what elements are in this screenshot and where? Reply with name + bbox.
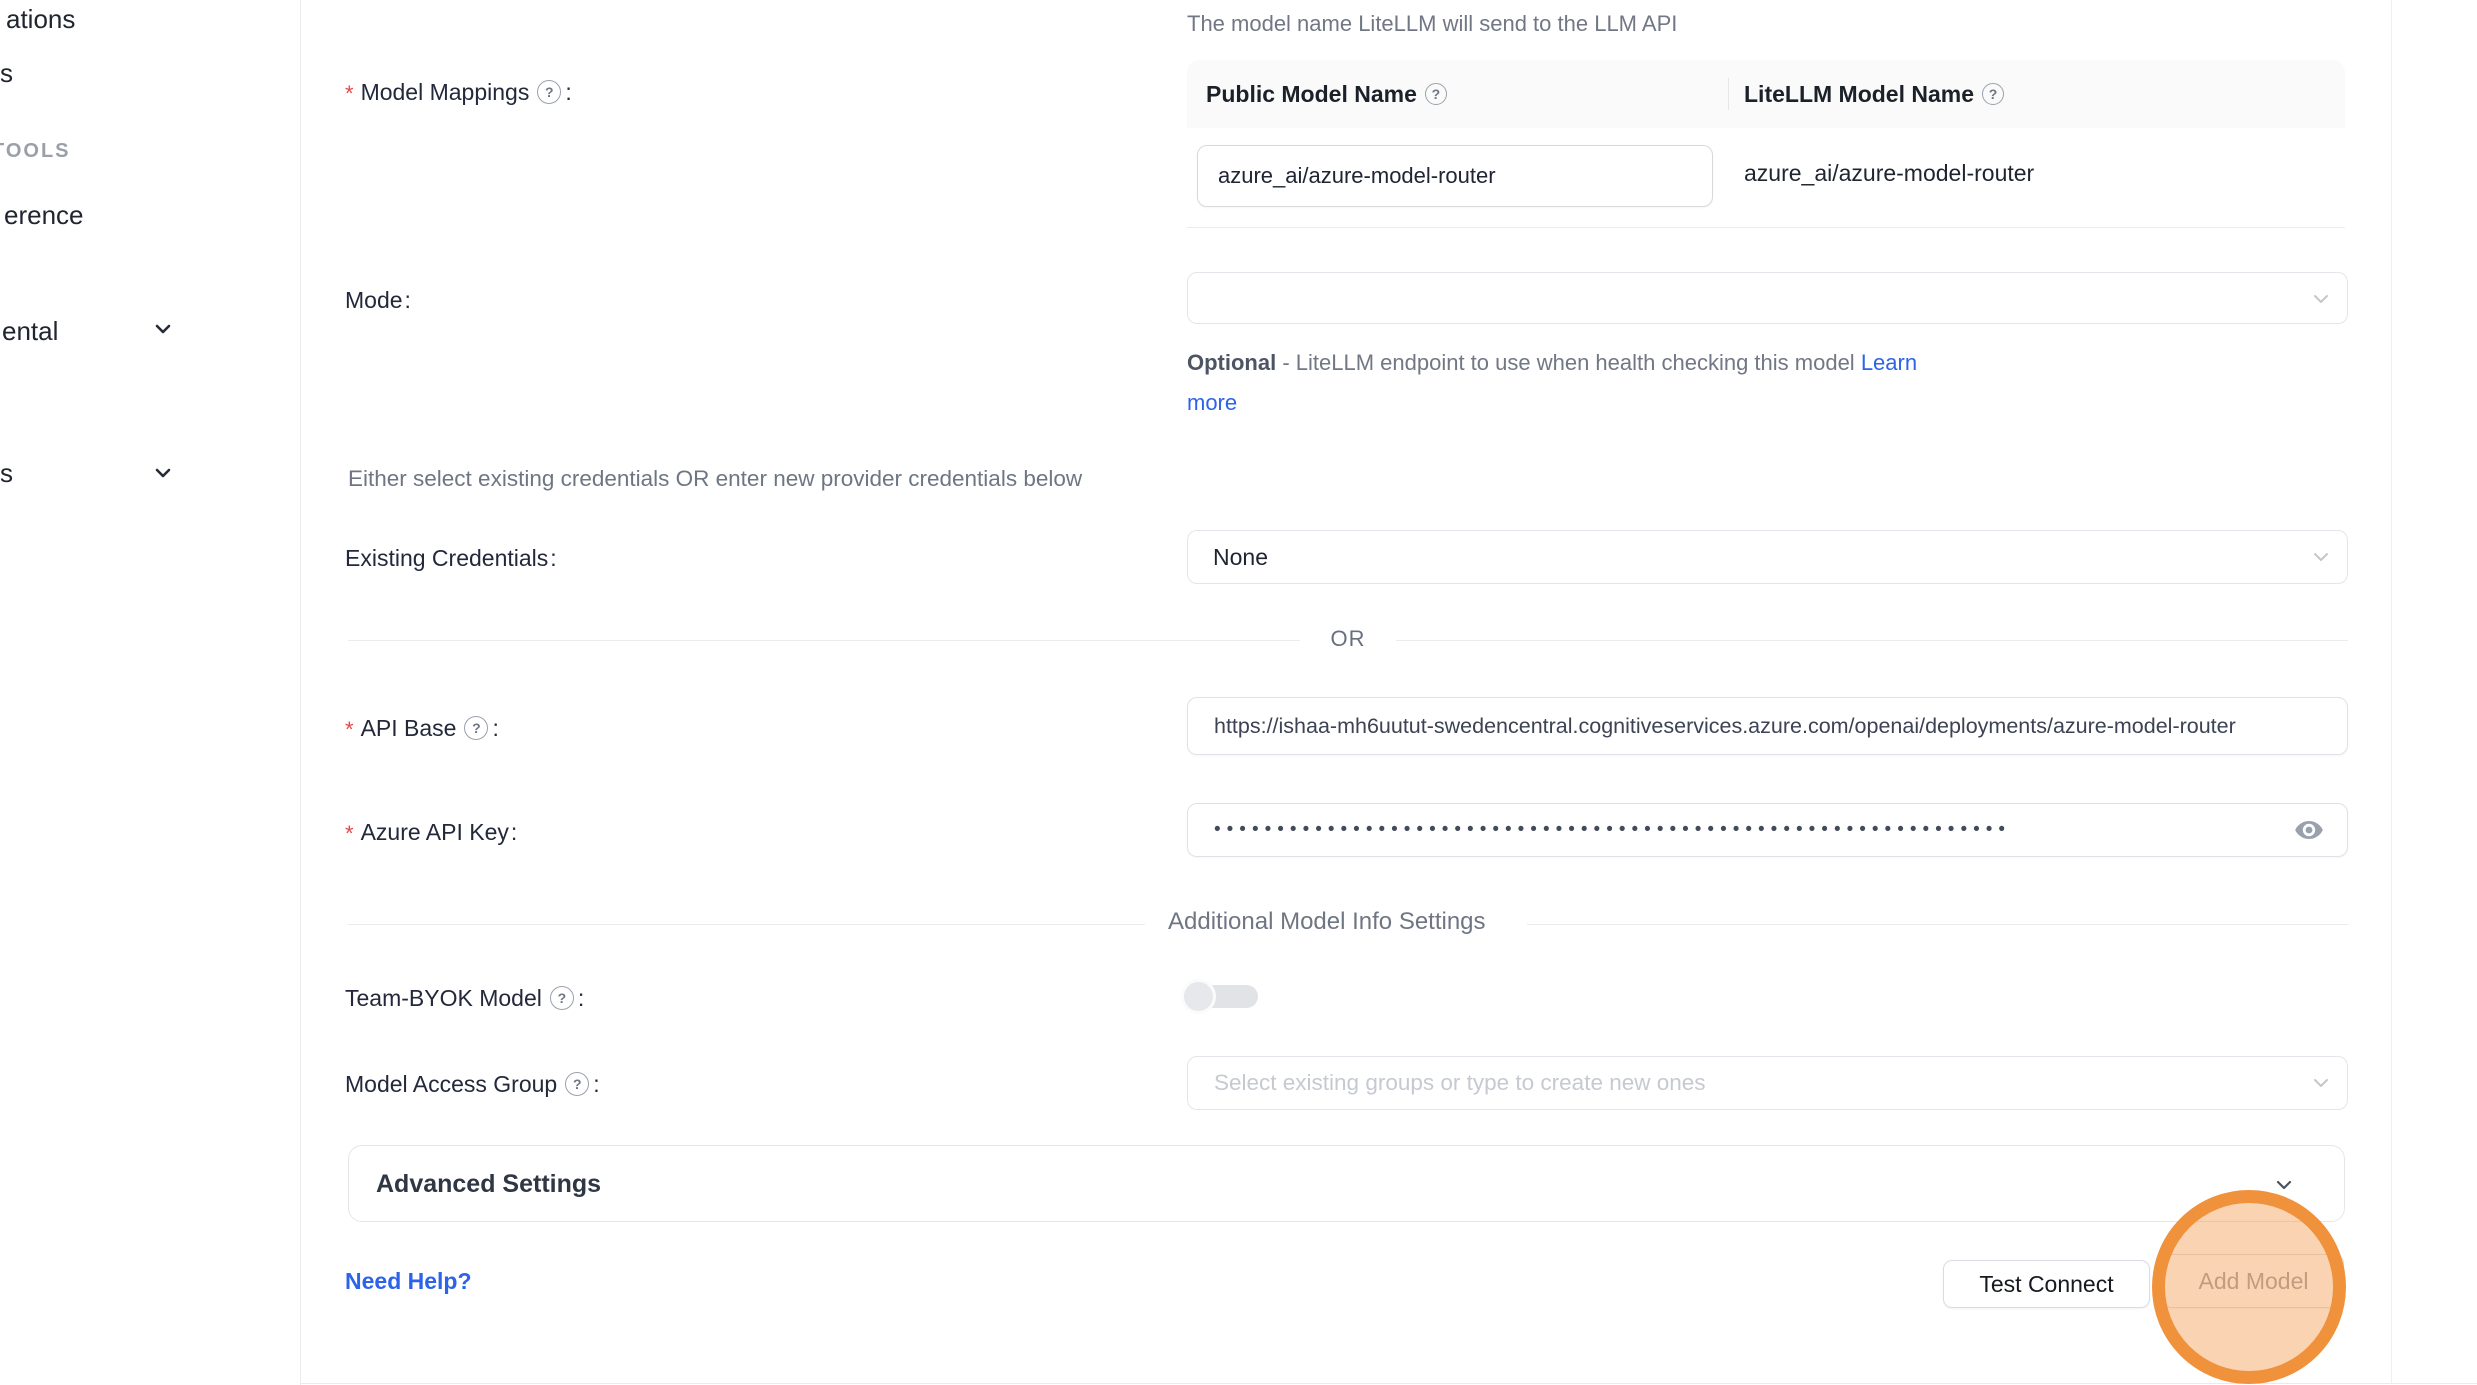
- chevron-down-icon[interactable]: [152, 462, 174, 484]
- toggle-password-visibility-eye-icon[interactable]: [2294, 818, 2324, 842]
- advanced-settings-panel[interactable]: Advanced Settings: [348, 1145, 2345, 1222]
- existing-credentials-select[interactable]: None: [1187, 530, 2348, 584]
- mode-select[interactable]: [1187, 272, 2348, 324]
- info-divider-line: [348, 924, 1145, 925]
- add-model-button[interactable]: Add Model: [2163, 1254, 2344, 1308]
- chevron-down-icon[interactable]: [2272, 1173, 2296, 1197]
- help-question-icon[interactable]: ?: [1982, 83, 2004, 105]
- azure-api-key-label: * Azure API Key :: [345, 816, 517, 848]
- chevron-down-icon[interactable]: [152, 318, 174, 340]
- model-access-group-select[interactable]: Select existing groups or type to create…: [1187, 1056, 2348, 1110]
- sidebar-item-ental[interactable]: ental: [2, 316, 58, 347]
- team-byok-label: Team-BYOK Model ? :: [345, 982, 584, 1014]
- help-question-icon[interactable]: ?: [1425, 83, 1447, 105]
- model-access-group-placeholder: Select existing groups or type to create…: [1214, 1070, 1706, 1096]
- public-model-name-input[interactable]: azure_ai/azure-model-router: [1197, 145, 1713, 207]
- existing-credentials-label-text: Existing Credentials: [345, 545, 548, 572]
- model-access-group-label-text: Model Access Group: [345, 1071, 557, 1098]
- required-asterisk: *: [345, 717, 354, 743]
- sidebar-divider: [300, 0, 301, 1385]
- help-question-icon[interactable]: ?: [537, 80, 561, 104]
- existing-credentials-value: None: [1213, 544, 1268, 571]
- litellm-model-name-text: LiteLLM Model Name: [1744, 81, 1974, 108]
- test-connect-label: Test Connect: [1979, 1271, 2113, 1298]
- or-divider-line: [1396, 640, 2348, 641]
- chevron-down-icon: [2310, 546, 2332, 568]
- card-right-border: [2391, 0, 2392, 1383]
- existing-credentials-label: Existing Credentials :: [345, 542, 557, 574]
- api-base-input[interactable]: https://ishaa-mh6uutut-swedencentral.cog…: [1187, 697, 2348, 755]
- sidebar-item-erence[interactable]: erence: [4, 200, 84, 231]
- model-mappings-label: * Model Mappings ? :: [345, 76, 572, 108]
- chevron-down-icon: [2310, 1072, 2332, 1094]
- help-question-icon[interactable]: ?: [565, 1072, 589, 1096]
- public-model-name-value: azure_ai/azure-model-router: [1218, 163, 1496, 189]
- sidebar-item-s2[interactable]: s: [0, 458, 13, 489]
- azure-api-key-masked-value: ••••••••••••••••••••••••••••••••••••••••…: [1214, 819, 2011, 841]
- label-colon: :: [550, 545, 556, 572]
- info-divider-line: [1527, 924, 2348, 925]
- azure-api-key-input[interactable]: ••••••••••••••••••••••••••••••••••••••••…: [1187, 803, 2348, 857]
- label-colon: :: [565, 79, 571, 106]
- column-header-public-model-name: Public Model Name ?: [1206, 78, 1447, 110]
- model-access-group-label: Model Access Group ? :: [345, 1068, 600, 1100]
- add-model-label: Add Model: [2199, 1268, 2309, 1295]
- mode-help-line1: Optional - LiteLLM endpoint to use when …: [1187, 350, 1917, 376]
- api-base-value: https://ishaa-mh6uutut-swedencentral.cog…: [1214, 714, 2236, 739]
- header-column-divider: [1728, 78, 1729, 110]
- label-colon: :: [492, 715, 498, 742]
- sidebar-section-tools: TOOLS: [0, 140, 71, 163]
- info-divider-text: Additional Model Info Settings: [1168, 908, 1486, 936]
- label-colon: :: [511, 819, 517, 846]
- test-connect-button[interactable]: Test Connect: [1943, 1260, 2150, 1308]
- or-divider-line: [348, 640, 1300, 641]
- card-bottom-border: [300, 1383, 2477, 1384]
- azure-api-key-label-text: Azure API Key: [361, 819, 509, 846]
- need-help-link[interactable]: Need Help?: [345, 1268, 472, 1295]
- sidebar-item-s1[interactable]: s: [0, 58, 13, 89]
- chevron-down-icon: [2310, 288, 2332, 310]
- table-row-divider: [1187, 227, 2345, 228]
- mode-label: Mode :: [345, 284, 411, 316]
- required-asterisk: *: [345, 81, 354, 107]
- learn-more-link[interactable]: Learn: [1861, 350, 1917, 375]
- credentials-note: Either select existing credentials OR en…: [348, 466, 1082, 492]
- public-model-name-text: Public Model Name: [1206, 81, 1417, 108]
- optional-bold-text: Optional: [1187, 350, 1276, 375]
- team-byok-label-text: Team-BYOK Model: [345, 985, 542, 1012]
- model-mappings-label-text: Model Mappings: [361, 79, 530, 106]
- toggle-knob[interactable]: [1181, 979, 1216, 1014]
- help-question-icon[interactable]: ?: [464, 716, 488, 740]
- help-question-icon[interactable]: ?: [550, 986, 574, 1010]
- litellm-model-name-value: azure_ai/azure-model-router: [1744, 160, 2034, 187]
- sidebar-item-ations[interactable]: ations: [6, 4, 75, 35]
- label-colon: :: [578, 985, 584, 1012]
- label-colon: :: [593, 1071, 599, 1098]
- label-colon: :: [405, 287, 411, 314]
- api-base-label-text: API Base: [361, 715, 457, 742]
- add-model-page: ations s TOOLS erence ental s The model …: [0, 0, 2477, 1385]
- api-base-label: * API Base ? :: [345, 712, 499, 744]
- model-name-help-text: The model name LiteLLM will send to the …: [1187, 11, 1677, 37]
- mode-help-text: - LiteLLM endpoint to use when health ch…: [1276, 350, 1861, 375]
- column-header-litellm-model-name: LiteLLM Model Name ?: [1744, 78, 2004, 110]
- learn-more-link[interactable]: more: [1187, 390, 1237, 416]
- required-asterisk: *: [345, 821, 354, 847]
- or-divider-text: OR: [1300, 626, 1396, 652]
- mode-label-text: Mode: [345, 287, 403, 314]
- advanced-settings-title: Advanced Settings: [376, 1170, 601, 1199]
